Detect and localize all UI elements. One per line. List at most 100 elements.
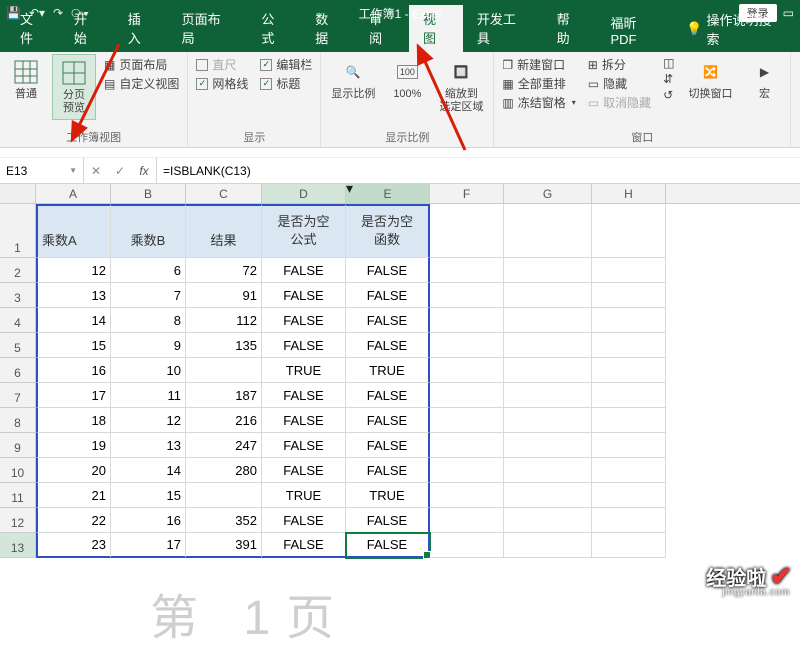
cell[interactable]: FALSE (346, 433, 430, 458)
cell[interactable] (430, 258, 504, 283)
tab-foxit-pdf[interactable]: 福昕PDF (597, 9, 677, 52)
reset-window-icon[interactable]: ↺ (663, 88, 674, 102)
cell[interactable]: 10 (111, 358, 186, 383)
cell[interactable]: FALSE (262, 433, 346, 458)
row-header[interactable]: 4 (0, 308, 36, 333)
cell[interactable]: FALSE (262, 333, 346, 358)
cell[interactable] (592, 358, 666, 383)
cell[interactable]: FALSE (262, 508, 346, 533)
cell[interactable] (430, 358, 504, 383)
sync-scroll-icon[interactable]: ⇵ (663, 72, 674, 86)
row-header[interactable]: 6 (0, 358, 36, 383)
cell[interactable] (430, 308, 504, 333)
fx-icon[interactable]: fx (132, 164, 156, 178)
row-header[interactable]: 3 (0, 283, 36, 308)
formula-bar-checkbox[interactable]: ✓编辑栏 (260, 56, 312, 73)
col-header-c[interactable]: C (186, 184, 262, 203)
cell[interactable] (430, 333, 504, 358)
cell[interactable]: 280 (186, 458, 262, 483)
cell[interactable]: 23 (36, 533, 111, 558)
row-header[interactable]: 11 (0, 483, 36, 508)
cell[interactable]: FALSE (346, 308, 430, 333)
cell[interactable]: 14 (111, 458, 186, 483)
formula-input[interactable]: =ISBLANK(C13) (157, 158, 800, 183)
view-side-by-side-icon[interactable]: ◫ (663, 56, 674, 70)
cell[interactable]: FALSE (346, 383, 430, 408)
freeze-panes-button[interactable]: ▥冻结窗格▾ (502, 94, 575, 111)
select-all-corner[interactable] (0, 184, 36, 203)
col-header-b[interactable]: B (111, 184, 186, 203)
cell[interactable] (430, 458, 504, 483)
header-cell[interactable]: 是否为空函数 (346, 204, 430, 258)
header-cell[interactable]: 乘数A (36, 204, 111, 258)
row-header[interactable]: 5 (0, 333, 36, 358)
col-header-e[interactable]: E (346, 184, 430, 203)
ruler-checkbox[interactable]: 直尺 (196, 56, 248, 73)
row-header[interactable]: 1 (0, 204, 36, 258)
cell[interactable]: TRUE (346, 483, 430, 508)
hide-button[interactable]: ▭隐藏 (588, 75, 651, 92)
cell[interactable]: 13 (36, 283, 111, 308)
cell[interactable]: 19 (36, 433, 111, 458)
cell[interactable]: 6 (111, 258, 186, 283)
cell[interactable]: TRUE (262, 483, 346, 508)
cell[interactable] (504, 408, 592, 433)
col-header-h[interactable]: H (592, 184, 666, 203)
cell[interactable]: 72 (186, 258, 262, 283)
cell[interactable]: FALSE (346, 533, 430, 558)
cell[interactable] (592, 383, 666, 408)
accept-formula-icon[interactable]: ✓ (108, 164, 132, 178)
cell[interactable]: TRUE (346, 358, 430, 383)
cell[interactable]: 11 (111, 383, 186, 408)
cell[interactable]: 15 (111, 483, 186, 508)
row-header[interactable]: 8 (0, 408, 36, 433)
cell[interactable] (592, 483, 666, 508)
cell[interactable]: 187 (186, 383, 262, 408)
cell[interactable] (592, 408, 666, 433)
tab-help[interactable]: 帮助 (543, 5, 597, 52)
cell[interactable] (430, 508, 504, 533)
cell[interactable] (504, 533, 592, 558)
cell[interactable]: 17 (36, 383, 111, 408)
cell[interactable] (430, 204, 504, 258)
cell[interactable]: 8 (111, 308, 186, 333)
cell[interactable]: 16 (36, 358, 111, 383)
cell[interactable]: 12 (36, 258, 111, 283)
cell[interactable]: 7 (111, 283, 186, 308)
cell[interactable] (504, 283, 592, 308)
cell[interactable]: 135 (186, 333, 262, 358)
cell[interactable] (504, 204, 592, 258)
cell[interactable]: FALSE (346, 408, 430, 433)
cell[interactable]: FALSE (262, 308, 346, 333)
cell[interactable]: 14 (36, 308, 111, 333)
cell[interactable] (504, 458, 592, 483)
gridlines-checkbox[interactable]: ✓网格线 (196, 75, 248, 92)
normal-view-button[interactable]: 普通 (4, 54, 48, 105)
cell[interactable]: 13 (111, 433, 186, 458)
cell[interactable]: FALSE (262, 258, 346, 283)
cell[interactable] (592, 333, 666, 358)
cell[interactable]: FALSE (346, 283, 430, 308)
col-header-a[interactable]: A (36, 184, 111, 203)
cell[interactable] (430, 283, 504, 308)
cell[interactable]: 18 (36, 408, 111, 433)
row-header[interactable]: 12 (0, 508, 36, 533)
cell[interactable]: 16 (111, 508, 186, 533)
macros-button[interactable]: ▶ 宏 (742, 54, 786, 105)
cell[interactable]: FALSE (262, 408, 346, 433)
cell[interactable]: FALSE (346, 258, 430, 283)
row-header[interactable]: 13 (0, 533, 36, 558)
cell[interactable]: 15 (36, 333, 111, 358)
undo-icon[interactable]: ↶▾ (29, 6, 45, 20)
cell[interactable]: 352 (186, 508, 262, 533)
cell[interactable]: 391 (186, 533, 262, 558)
cell[interactable] (592, 458, 666, 483)
col-header-g[interactable]: G (504, 184, 592, 203)
switch-windows-button[interactable]: 🔀 切换窗口 (682, 54, 738, 105)
unhide-button[interactable]: ▭取消隐藏 (588, 94, 651, 111)
cell[interactable] (504, 433, 592, 458)
tab-formulas[interactable]: 公式 (247, 5, 301, 52)
cell[interactable]: 12 (111, 408, 186, 433)
cell[interactable] (592, 204, 666, 258)
cell[interactable]: 9 (111, 333, 186, 358)
